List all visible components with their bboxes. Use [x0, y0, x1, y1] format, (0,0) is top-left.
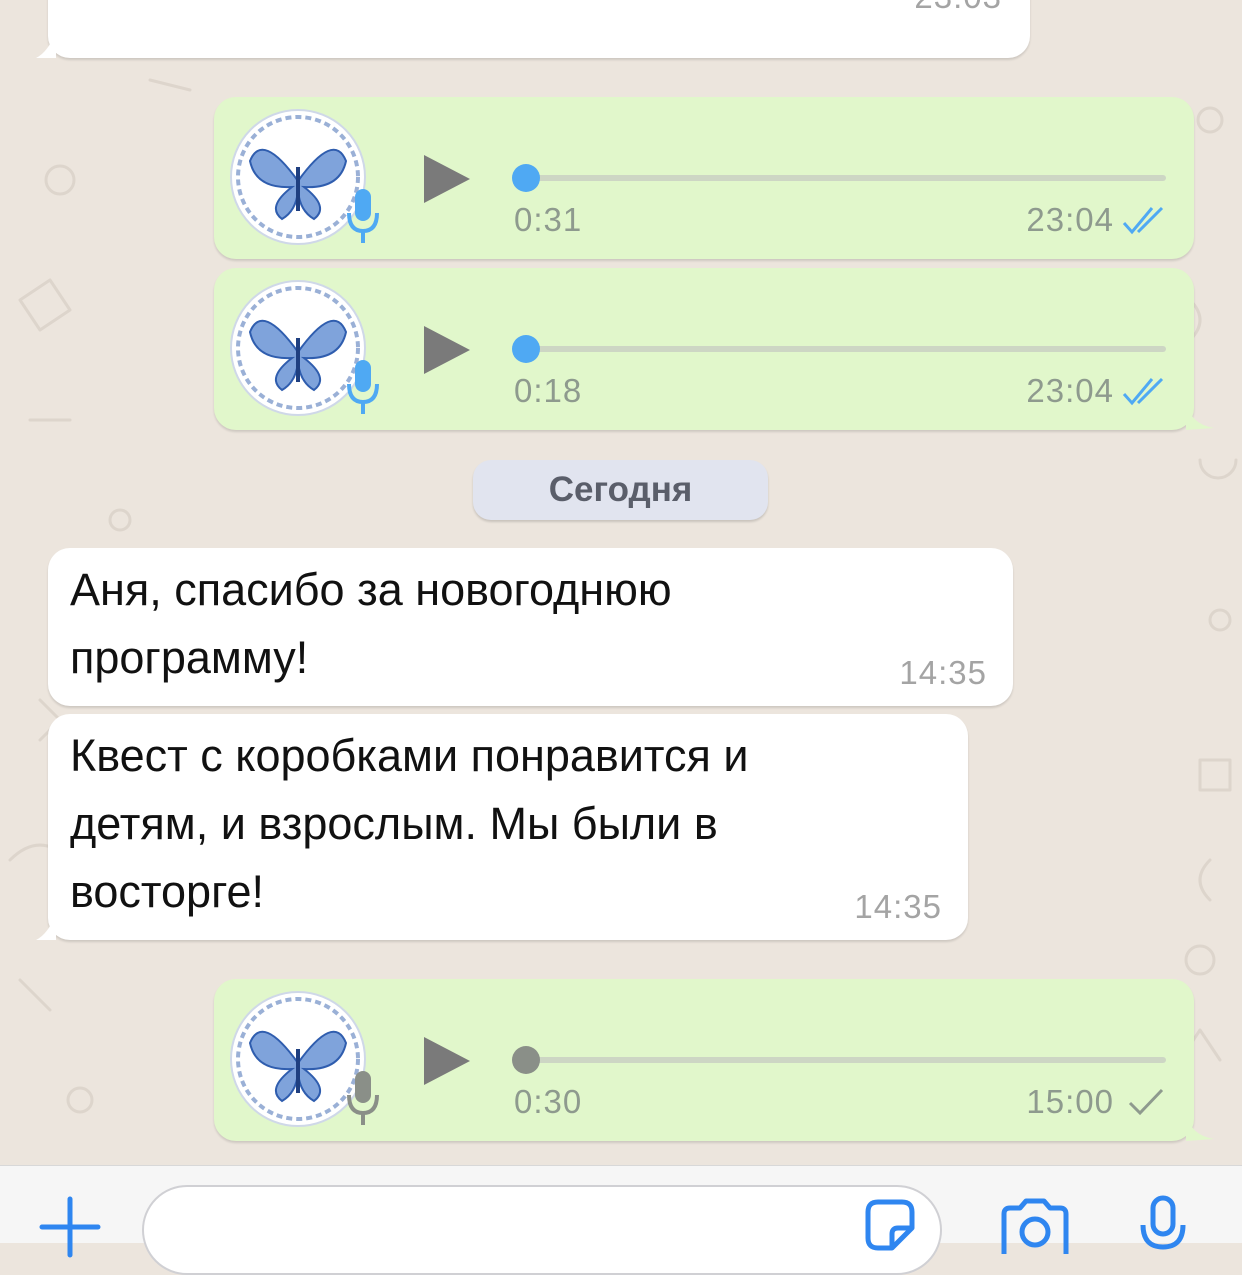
- playback-track[interactable]: [526, 175, 1166, 181]
- message-bubble-incoming: Квест с коробками понравится и детям, и …: [36, 714, 968, 940]
- playback-knob[interactable]: [512, 335, 540, 363]
- double-check-icon: [1122, 206, 1164, 235]
- play-button[interactable]: [422, 153, 472, 208]
- microphone-icon: [347, 360, 379, 414]
- message-bubble-incoming-partial: 23:03: [36, 0, 1030, 58]
- sticker-button[interactable]: [862, 1198, 918, 1257]
- bubble-tail: [36, 32, 56, 58]
- play-icon: [424, 155, 470, 203]
- playback-track[interactable]: [526, 1057, 1166, 1063]
- voice-message: 0:30 15:00: [214, 979, 1214, 1141]
- microphone-icon: [347, 1071, 379, 1125]
- bubble-tail: [36, 914, 56, 940]
- butterfly-avatar-image: [236, 997, 360, 1121]
- message-input[interactable]: [142, 1185, 942, 1275]
- playback-knob[interactable]: [512, 164, 540, 192]
- play-icon: [424, 1037, 470, 1085]
- microphone-icon: [347, 189, 379, 243]
- date-separator: Сегодня: [473, 460, 768, 520]
- plus-icon: [39, 1196, 101, 1258]
- camera-icon: [1001, 1198, 1069, 1254]
- play-button[interactable]: [422, 324, 472, 379]
- double-check-icon: [1122, 377, 1164, 406]
- butterfly-avatar-image: [236, 286, 360, 410]
- bubble-tail: [1186, 402, 1214, 430]
- message-time: 23:04: [1026, 201, 1114, 238]
- attach-button[interactable]: [38, 1195, 102, 1262]
- message-time: 23:03: [914, 0, 1002, 16]
- playback-track[interactable]: [526, 346, 1166, 352]
- message-time: 14:35: [854, 888, 942, 925]
- playback-knob[interactable]: [512, 1046, 540, 1074]
- message-time: 23:04: [1026, 372, 1114, 409]
- voice-duration: 0:30: [514, 1083, 583, 1120]
- voice-record-button[interactable]: [1138, 1195, 1188, 1258]
- single-check-icon: [1128, 1088, 1164, 1116]
- message-time: 14:35: [899, 654, 987, 691]
- voice-message: 0:31 23:04: [214, 97, 1194, 259]
- sticker-icon: [865, 1199, 915, 1251]
- camera-button[interactable]: [998, 1198, 1072, 1257]
- play-icon: [424, 326, 470, 374]
- voice-message: 0:18 23:04: [214, 268, 1214, 430]
- voice-duration: 0:18: [514, 372, 583, 409]
- message-text: Аня, спасибо за новогоднюю программу!: [70, 564, 672, 683]
- message-bubble-incoming: Аня, спасибо за новогоднюю программу! 14…: [48, 548, 1013, 706]
- message-time: 15:00: [1026, 1083, 1114, 1120]
- microphone-icon: [1140, 1195, 1186, 1250]
- voice-duration: 0:31: [514, 201, 583, 238]
- message-text: Квест с коробками понравится и детям, и …: [70, 730, 749, 917]
- play-button[interactable]: [422, 1035, 472, 1090]
- bubble-tail: [1186, 1113, 1214, 1141]
- butterfly-avatar-image: [236, 115, 360, 239]
